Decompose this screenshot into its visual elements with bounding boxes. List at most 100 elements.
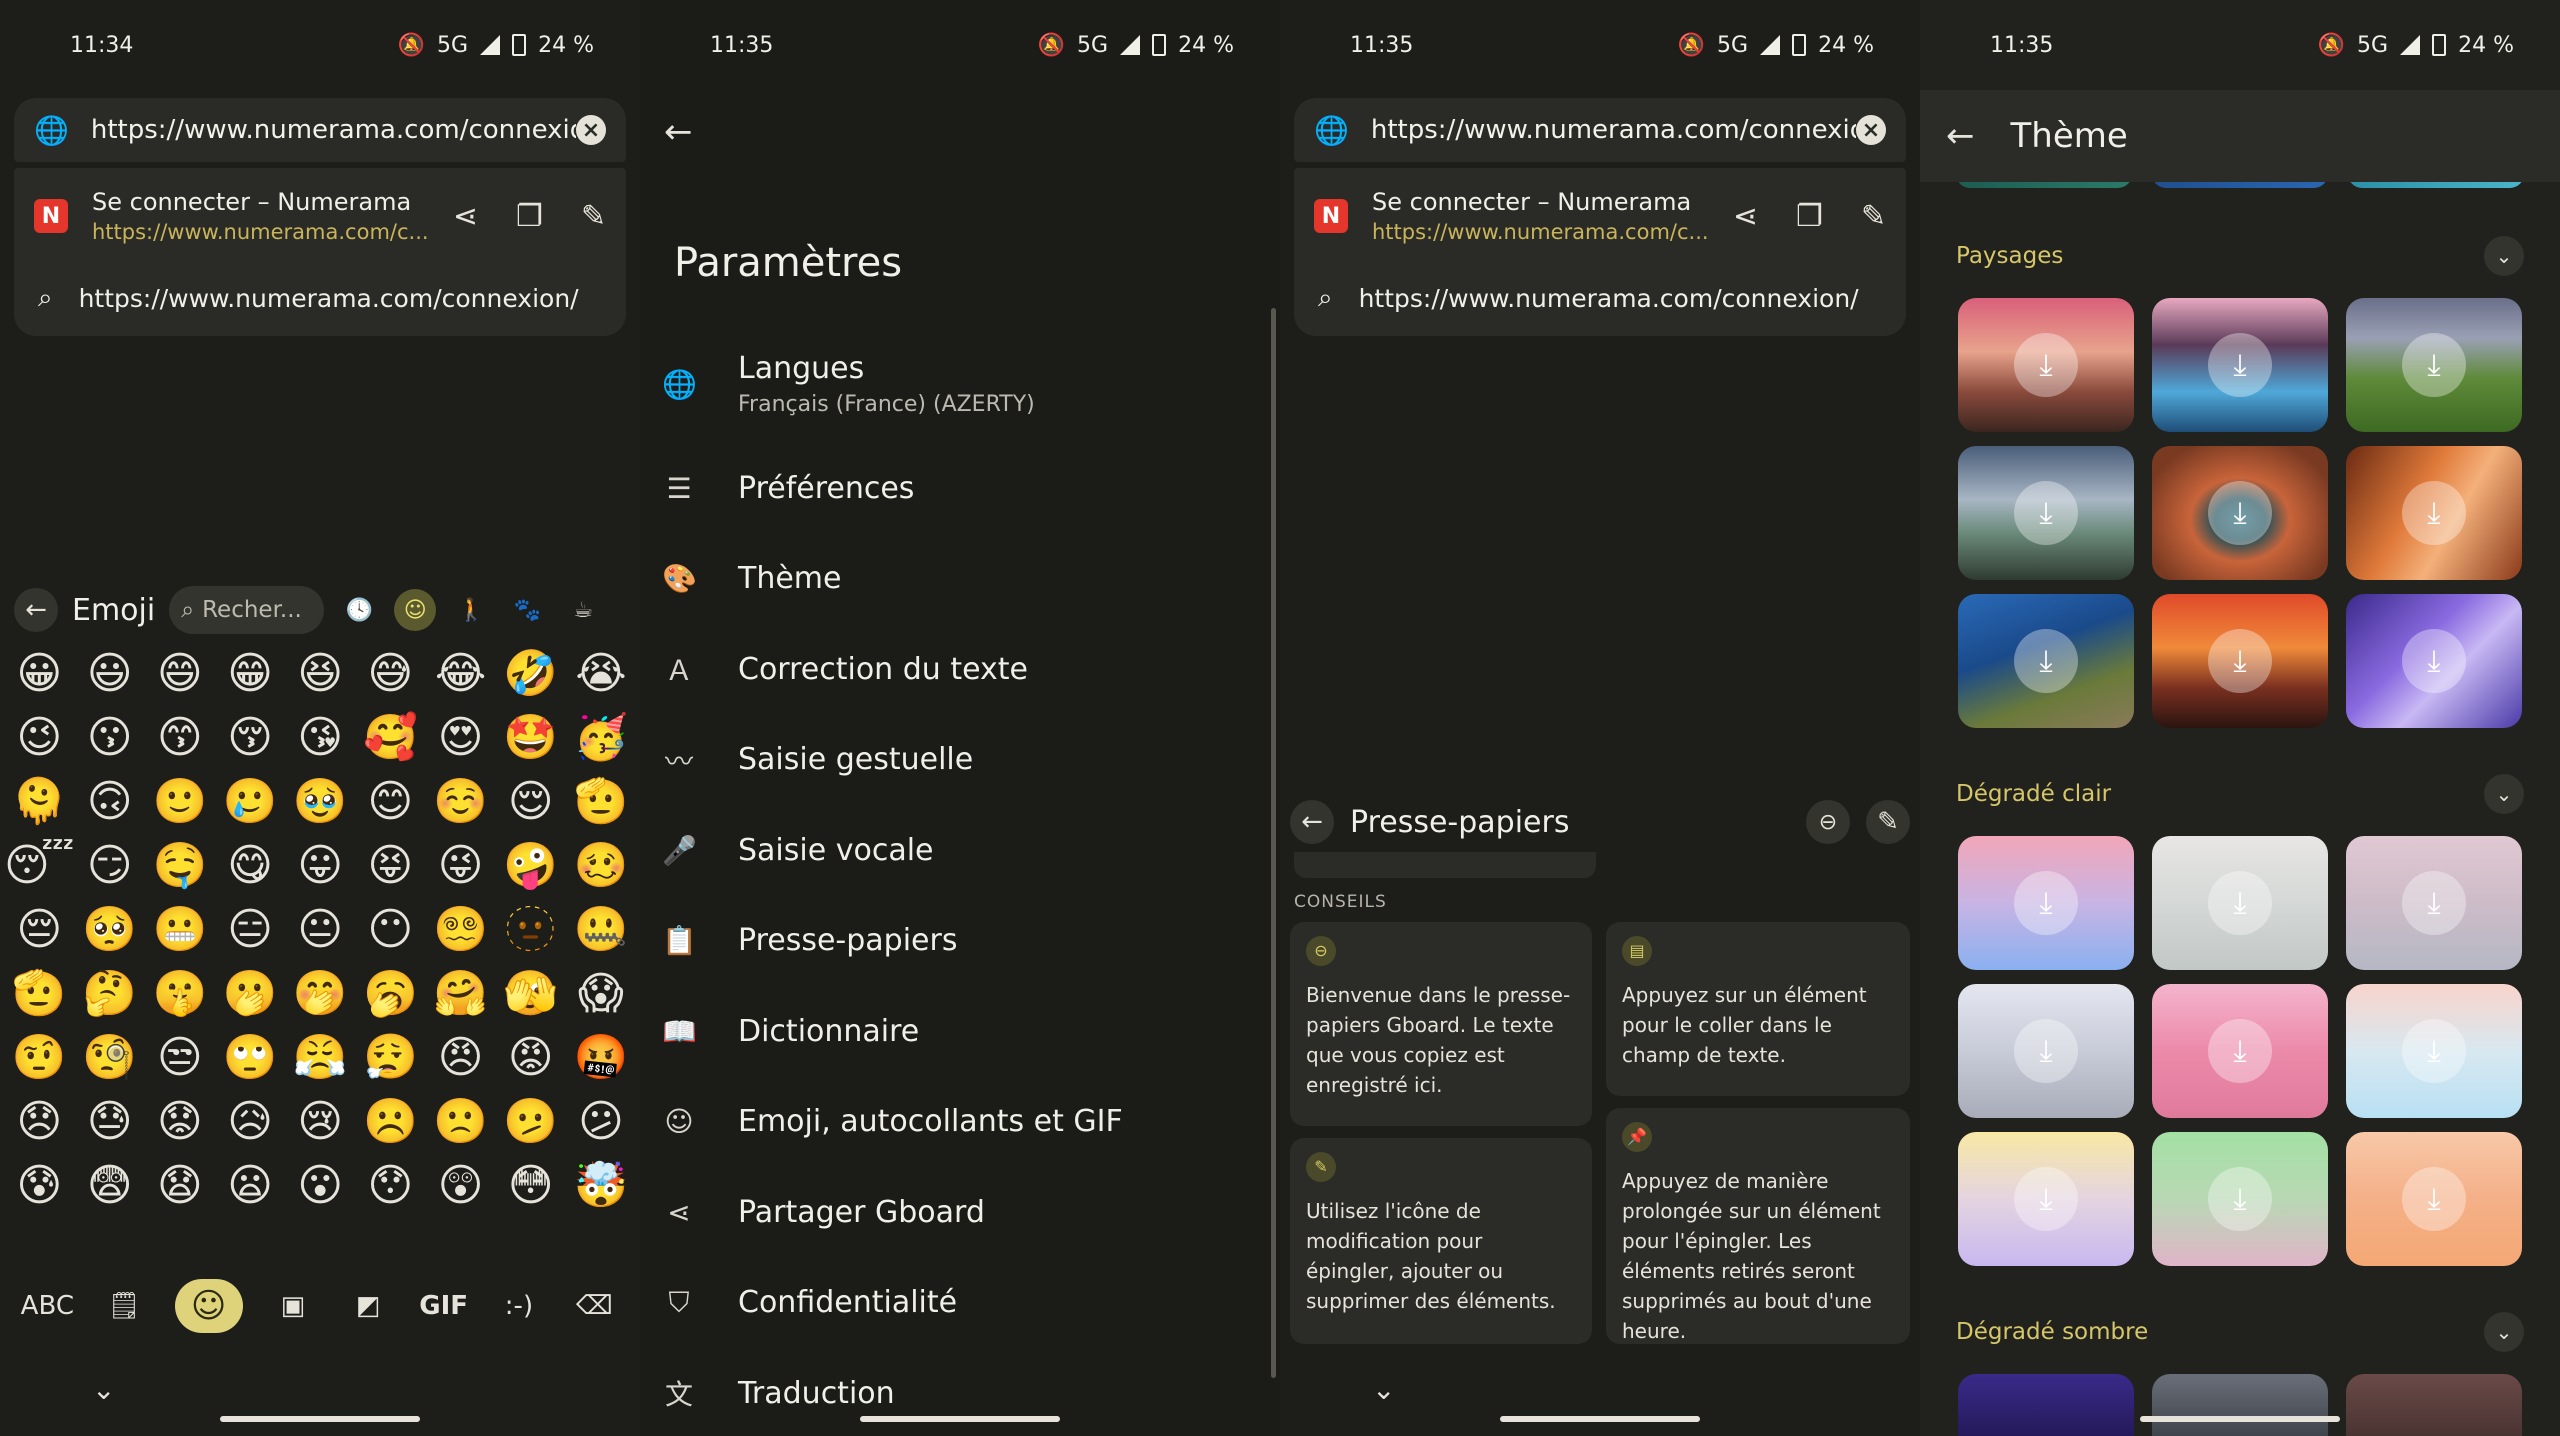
url-bar[interactable]: 🌐 https://www.numerama.com/connexion/ ×: [14, 98, 626, 162]
theme-tile[interactable]: ⤓: [2346, 298, 2522, 432]
emoji-key[interactable]: 😟: [145, 1098, 215, 1146]
section-header-light-gradient[interactable]: Dégradé clair ⌄: [1956, 774, 2524, 814]
theme-tile[interactable]: [2152, 1374, 2328, 1436]
emoji-key[interactable]: 🙄: [215, 1034, 285, 1082]
emoji-key[interactable]: 😳: [496, 1162, 566, 1210]
settings-item-4[interactable]: 〰 Saisie gestuelle: [640, 715, 1280, 806]
emoji-kitchen-icon[interactable]: ▣: [268, 1291, 318, 1321]
emoji-key[interactable]: 😃: [75, 650, 145, 698]
copy-icon[interactable]: ❐: [1796, 199, 1823, 234]
nav-handle[interactable]: [1500, 1416, 1700, 1422]
emoji-key[interactable]: 🥴: [566, 842, 636, 890]
chevron-down-icon[interactable]: ⌄: [2484, 236, 2524, 276]
emoji-key[interactable]: 😭: [566, 650, 636, 698]
emoji-key[interactable]: 🤬: [566, 1034, 636, 1082]
edit-icon[interactable]: ✎: [1861, 199, 1886, 234]
theme-tile[interactable]: ⤓: [1958, 446, 2134, 580]
emoji-key[interactable]: 😊: [355, 778, 425, 826]
section-header-dark-gradient[interactable]: Dégradé sombre ⌄: [1956, 1312, 2524, 1352]
emoji-key[interactable]: 😜: [425, 842, 495, 890]
chevron-down-icon[interactable]: ⌄: [2484, 1312, 2524, 1352]
nav-handle[interactable]: [2140, 1416, 2340, 1422]
emoji-key[interactable]: 😏: [75, 842, 145, 890]
theme-tile[interactable]: ⤓: [2346, 1132, 2522, 1266]
smiley-category-icon[interactable]: ☺: [394, 589, 437, 631]
emoji-key[interactable]: 😯: [355, 1162, 425, 1210]
share-icon[interactable]: ⋖: [1733, 199, 1758, 234]
emoji-key[interactable]: 😡: [496, 1034, 566, 1082]
clear-icon[interactable]: ×: [576, 115, 606, 145]
emoji-key[interactable]: 🤐: [566, 906, 636, 954]
theme-tile[interactable]: ⤓: [2346, 836, 2522, 970]
emoji-key[interactable]: 🤣: [496, 650, 566, 698]
settings-item-3[interactable]: Ａ Correction du texte: [640, 624, 1280, 715]
emoji-key[interactable]: 😂: [425, 650, 495, 698]
emoji-key[interactable]: 🫡: [4, 970, 75, 1018]
emoji-key[interactable]: 😚: [215, 714, 285, 762]
nav-handle[interactable]: [860, 1416, 1060, 1422]
emoji-key[interactable]: 🥺: [75, 906, 145, 954]
emoji-key[interactable]: 😲: [425, 1162, 495, 1210]
emoji-key[interactable]: 😔: [4, 906, 75, 954]
emoji-key[interactable]: 🤩: [496, 714, 566, 762]
clipboard-item-partial[interactable]: [1294, 852, 1596, 878]
theme-tile[interactable]: ⤓: [2152, 836, 2328, 970]
emoji-key[interactable]: 😍: [425, 714, 495, 762]
emoji-key[interactable]: 🤔: [75, 970, 145, 1018]
food-category-icon[interactable]: ☕: [562, 589, 604, 631]
settings-item-1[interactable]: ☰ Préférences: [640, 443, 1280, 534]
theme-tile[interactable]: ⤓: [2346, 984, 2522, 1118]
clear-icon[interactable]: ×: [1856, 115, 1886, 145]
emoji-key[interactable]: 😁: [215, 650, 285, 698]
settings-item-0[interactable]: 🌐 Langues Français (France) (AZERTY): [640, 325, 1280, 443]
hide-keyboard-icon[interactable]: ⌄: [92, 1373, 115, 1406]
emoji-key[interactable]: 😉: [4, 714, 75, 762]
emoji-key[interactable]: 😰: [4, 1162, 75, 1210]
theme-tile[interactable]: ⤓: [1958, 1132, 2134, 1266]
suggestion-page[interactable]: N Se connecter – Numerama https://www.nu…: [1294, 176, 1906, 256]
settings-item-10[interactable]: ⛉ Confidentialité: [640, 1258, 1280, 1349]
emoji-key[interactable]: 😌: [496, 778, 566, 826]
back-arrow-icon[interactable]: ←: [664, 112, 693, 152]
emoji-key[interactable]: 😶: [355, 906, 425, 954]
emoji-key[interactable]: 🤯: [566, 1162, 636, 1210]
emoji-key[interactable]: 🤨: [4, 1034, 75, 1082]
chevron-down-icon[interactable]: ⌄: [2484, 774, 2524, 814]
toggle-icon[interactable]: ⊖: [1806, 800, 1850, 844]
gif-button[interactable]: GIF: [419, 1291, 469, 1321]
emoji-key[interactable]: 😗: [75, 714, 145, 762]
edit-icon[interactable]: ✎: [581, 199, 606, 234]
emoji-key[interactable]: 😙: [145, 714, 215, 762]
emoji-key[interactable]: 🫡: [566, 778, 636, 826]
theme-tile[interactable]: ⤓: [2152, 1132, 2328, 1266]
nature-category-icon[interactable]: 🐾: [506, 589, 548, 631]
emoji-key[interactable]: 😑: [215, 906, 285, 954]
back-arrow-icon[interactable]: ←: [1290, 800, 1334, 844]
emoji-key[interactable]: 🤤: [145, 842, 215, 890]
emoji-key[interactable]: 😤: [285, 1034, 355, 1082]
emoji-key[interactable]: 🫥: [496, 906, 566, 954]
emoji-key[interactable]: 🤗: [425, 970, 495, 1018]
edit-icon[interactable]: ✎: [1866, 800, 1910, 844]
emoji-key[interactable]: 😱: [566, 970, 636, 1018]
emoji-key[interactable]: 😞: [4, 1098, 75, 1146]
settings-item-6[interactable]: 📋 Presse-papiers: [640, 896, 1280, 987]
emoji-key[interactable]: 😀: [4, 650, 75, 698]
theme-tile[interactable]: ⤓: [2152, 594, 2328, 728]
suggestion-search[interactable]: ⌕ https://www.numerama.com/connexion/: [1294, 268, 1906, 328]
people-category-icon[interactable]: 🚶: [450, 589, 492, 631]
emoji-key[interactable]: 😦: [215, 1162, 285, 1210]
emoji-key[interactable]: ☹️: [355, 1098, 425, 1146]
url-input[interactable]: https://www.numerama.com/connexion/: [91, 115, 576, 146]
emoji-key[interactable]: 😝: [355, 842, 425, 890]
emoji-key[interactable]: 😠: [425, 1034, 495, 1082]
emoji-key[interactable]: 🥹: [285, 778, 355, 826]
emoji-key[interactable]: 😐: [285, 906, 355, 954]
emoji-key[interactable]: 😬: [145, 906, 215, 954]
emoji-key[interactable]: ☺️: [425, 778, 495, 826]
emoji-search-input[interactable]: ⌕ Recher...: [169, 586, 325, 634]
emoji-key[interactable]: 🙁: [425, 1098, 495, 1146]
theme-tile[interactable]: ⤓: [2152, 298, 2328, 432]
share-icon[interactable]: ⋖: [453, 199, 478, 234]
sticker-icon[interactable]: 🗒: [99, 1291, 149, 1321]
